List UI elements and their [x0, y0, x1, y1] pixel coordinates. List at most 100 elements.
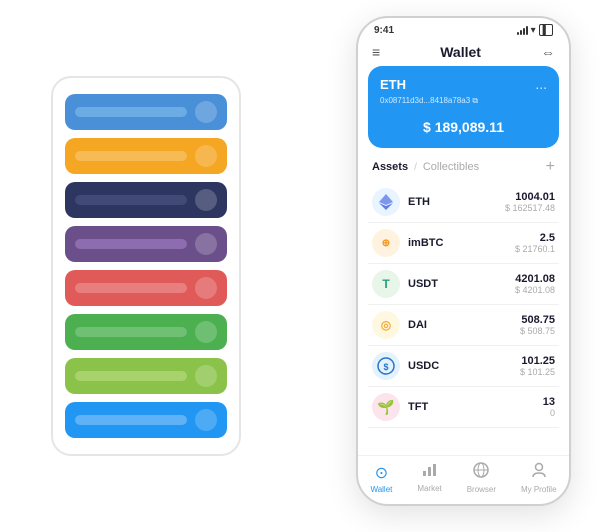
browser-nav-label: Browser: [467, 485, 496, 494]
status-time: 9:41: [374, 25, 394, 36]
card-item-2: [65, 138, 227, 174]
card-bar-6: [75, 327, 187, 337]
svg-text:$: $: [383, 362, 388, 372]
nav-browser[interactable]: Browser: [467, 462, 496, 494]
card-item-3: [65, 182, 227, 218]
token-item-eth[interactable]: ETH 1004.01 $ 162517.48: [368, 182, 559, 223]
usdt-token-icon: T: [372, 270, 400, 298]
copy-icon[interactable]: ⧉: [472, 96, 478, 105]
dai-token-name: DAI: [408, 319, 520, 331]
card-bar-2: [75, 151, 187, 161]
eth-address: 0x08711d3d...8418a78a3 ⧉: [380, 96, 547, 106]
market-nav-icon: [422, 463, 438, 482]
eth-balance: $ 189,089.11: [380, 112, 547, 138]
card-dot-6: [195, 321, 217, 343]
imbtc-token-icon: ⊕: [372, 229, 400, 257]
tab-collectibles[interactable]: Collectibles: [423, 161, 479, 173]
dai-token-icon: ◎: [372, 311, 400, 339]
eth-more-button[interactable]: ...: [535, 76, 547, 92]
tft-token-amount: 13: [543, 396, 555, 408]
eth-token-name: ETH: [408, 196, 505, 208]
market-nav-label: Market: [417, 484, 441, 493]
wallet-nav-icon: ⊙: [375, 463, 388, 483]
tft-token-name: TFT: [408, 401, 543, 413]
imbtc-token-name: imBTC: [408, 237, 515, 249]
eth-token-values: 1004.01 $ 162517.48: [505, 191, 555, 213]
assets-tabs: Assets / Collectibles: [372, 161, 479, 173]
usdt-token-name: USDT: [408, 278, 515, 290]
wifi-icon: ▾: [531, 25, 536, 36]
token-list: ETH 1004.01 $ 162517.48 ⊕ imBTC 2.5 $ 21…: [358, 182, 569, 455]
profile-nav-label: My Profile: [521, 485, 557, 494]
eth-token-amount: 1004.01: [505, 191, 555, 203]
eth-token-icon: [372, 188, 400, 216]
assets-header: Assets / Collectibles +: [358, 158, 569, 182]
tft-token-values: 13 0: [543, 396, 555, 418]
browser-nav-icon: [473, 462, 489, 483]
bottom-nav: ⊙ Wallet Market Browser My Profile: [358, 455, 569, 504]
wallet-nav-label: Wallet: [370, 485, 392, 494]
token-item-dai[interactable]: ◎ DAI 508.75 $ 508.75: [368, 305, 559, 346]
card-bar-3: [75, 195, 187, 205]
imbtc-token-amount: 2.5: [515, 232, 555, 244]
status-icons: ▾ ▌: [517, 24, 553, 36]
nav-market[interactable]: Market: [417, 463, 441, 493]
card-dot-3: [195, 189, 217, 211]
page-title: Wallet: [440, 44, 481, 60]
eth-card: ETH ... 0x08711d3d...8418a78a3 ⧉ $ 189,0…: [368, 66, 559, 148]
card-bar-7: [75, 371, 187, 381]
usdc-token-usd: $ 101.25: [520, 367, 555, 377]
tft-token-icon: 🌱: [372, 393, 400, 421]
menu-icon[interactable]: ≡: [372, 44, 380, 60]
token-item-usdc[interactable]: $ USDC 101.25 $ 101.25: [368, 346, 559, 387]
card-dot-8: [195, 409, 217, 431]
card-dot-4: [195, 233, 217, 255]
tab-divider: /: [414, 162, 417, 173]
dai-token-values: 508.75 $ 508.75: [520, 314, 555, 336]
expand-icon[interactable]: ⇔: [541, 44, 555, 60]
card-item-1: [65, 94, 227, 130]
status-bar: 9:41 ▾ ▌: [358, 18, 569, 40]
dai-token-usd: $ 508.75: [520, 326, 555, 336]
usdc-token-icon: $: [372, 352, 400, 380]
usdc-token-values: 101.25 $ 101.25: [520, 355, 555, 377]
card-dot-1: [195, 101, 217, 123]
scene: 9:41 ▾ ▌ ≡ Wallet ⇔ ETH ...: [21, 16, 581, 516]
card-dot-2: [195, 145, 217, 167]
eth-label: ETH: [380, 77, 406, 92]
card-item-6: [65, 314, 227, 350]
usdt-token-amount: 4201.08: [515, 273, 555, 285]
eth-token-usd: $ 162517.48: [505, 203, 555, 213]
usdt-token-values: 4201.08 $ 4201.08: [515, 273, 555, 295]
card-bar-5: [75, 283, 187, 293]
eth-card-header: ETH ...: [380, 76, 547, 92]
card-bar-8: [75, 415, 187, 425]
token-item-imbtc[interactable]: ⊕ imBTC 2.5 $ 21760.1: [368, 223, 559, 264]
card-dot-5: [195, 277, 217, 299]
token-item-tft[interactable]: 🌱 TFT 13 0: [368, 387, 559, 428]
usdt-token-usd: $ 4201.08: [515, 285, 555, 295]
imbtc-token-values: 2.5 $ 21760.1: [515, 232, 555, 254]
tab-assets[interactable]: Assets: [372, 161, 408, 173]
card-item-8: [65, 402, 227, 438]
dai-token-amount: 508.75: [520, 314, 555, 326]
card-item-7: [65, 358, 227, 394]
phone-mockup: 9:41 ▾ ▌ ≡ Wallet ⇔ ETH ...: [356, 16, 571, 506]
tft-token-usd: 0: [543, 408, 555, 418]
battery-icon: ▌: [539, 24, 553, 36]
card-item-5: [65, 270, 227, 306]
nav-profile[interactable]: My Profile: [521, 462, 557, 494]
card-bar-1: [75, 107, 187, 117]
nav-wallet[interactable]: ⊙ Wallet: [370, 463, 392, 494]
card-bar-4: [75, 239, 187, 249]
profile-nav-icon: [531, 462, 547, 483]
usdc-token-amount: 101.25: [520, 355, 555, 367]
imbtc-token-usd: $ 21760.1: [515, 244, 555, 254]
card-item-4: [65, 226, 227, 262]
signal-bars-icon: [517, 26, 528, 35]
token-item-usdt[interactable]: T USDT 4201.08 $ 4201.08: [368, 264, 559, 305]
card-dot-7: [195, 365, 217, 387]
nav-bar: ≡ Wallet ⇔: [358, 40, 569, 66]
add-asset-button[interactable]: +: [546, 158, 555, 176]
card-stack: [51, 76, 241, 456]
